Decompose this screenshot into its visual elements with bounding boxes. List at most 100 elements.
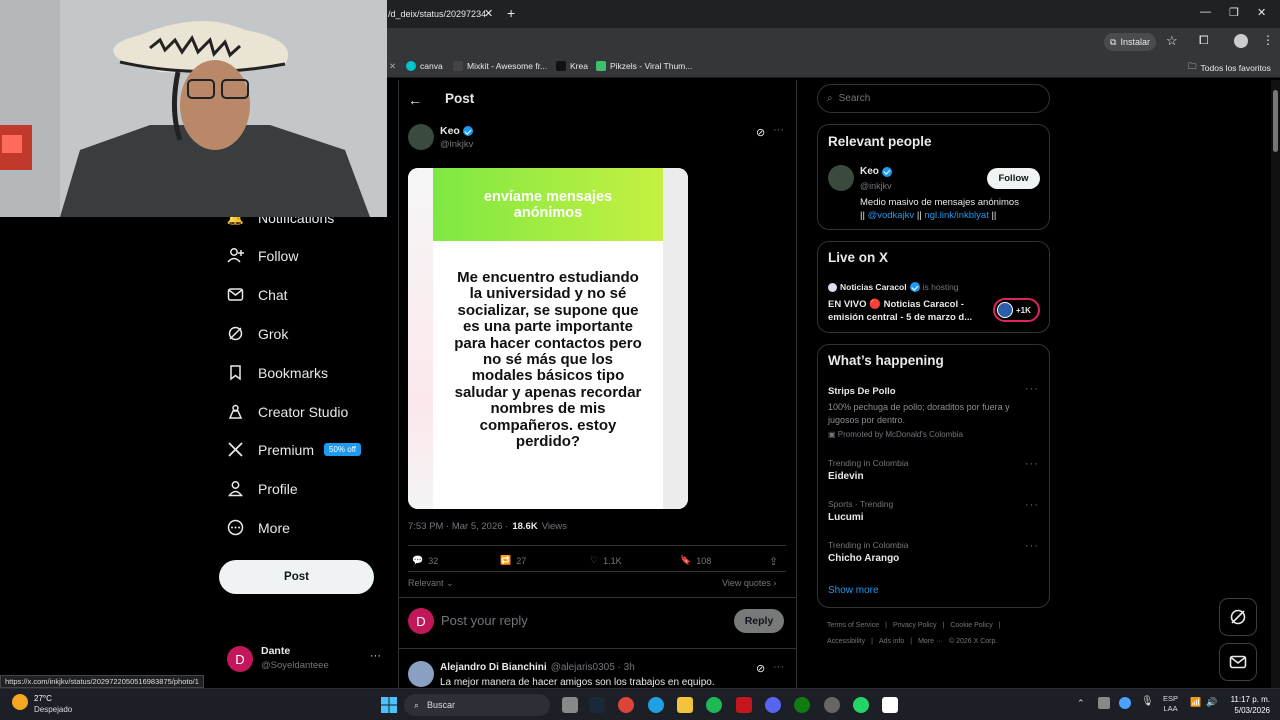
author-name-row[interactable]: Keo: [440, 125, 473, 137]
bookmark-krea[interactable]: Krea: [556, 61, 588, 71]
account-more-icon[interactable]: ···: [370, 650, 381, 662]
windows-start-icon[interactable]: [381, 697, 397, 713]
red-app-icon[interactable]: [736, 697, 752, 713]
messages-float-button[interactable]: [1219, 643, 1257, 681]
footer-ads-info[interactable]: Ads info: [879, 638, 904, 645]
live-host-row[interactable]: Noticias Caracol is hosting: [828, 282, 959, 292]
language-indicator[interactable]: ESP LAA: [1163, 694, 1178, 714]
footer-privacy[interactable]: Privacy Policy: [893, 622, 937, 629]
sidebar-item-more[interactable]: More: [227, 519, 290, 536]
spotify-icon[interactable]: [706, 697, 722, 713]
back-arrow-icon[interactable]: ←: [408, 92, 422, 108]
bio-link-ngl[interactable]: ngl.link/inkblyat: [924, 210, 988, 221]
like-action[interactable]: ♡ 1.1K: [590, 555, 622, 566]
install-button[interactable]: ⧉ Instalar: [1104, 33, 1156, 51]
promo-more-icon[interactable]: ···: [1025, 383, 1039, 395]
app-icon[interactable]: [824, 697, 840, 713]
sidebar-item-bookmarks[interactable]: Bookmarks: [227, 364, 328, 381]
microphone-icon[interactable]: 🎙: [1141, 696, 1154, 707]
status-url-bar: https://x.com/inkjkv/status/202972205051…: [0, 675, 204, 688]
footer-accessibility[interactable]: Accessibility: [827, 638, 865, 645]
account-switcher[interactable]: D Dante @Soyeldanteee ···: [227, 644, 387, 674]
bookmark-x-icon[interactable]: ✕: [389, 61, 396, 72]
steam-icon[interactable]: [589, 697, 605, 713]
repost-action[interactable]: 🔁 27: [500, 555, 526, 566]
clock[interactable]: 11:17 p. m. 5/03/2026: [1226, 694, 1270, 716]
discord-icon[interactable]: [765, 697, 781, 713]
browser-menu-icon[interactable]: ⋮: [1262, 33, 1274, 47]
reply-action[interactable]: 💬 32: [412, 555, 438, 566]
star-icon[interactable]: ☆: [1166, 33, 1178, 49]
window-close-icon[interactable]: ✕: [1257, 6, 1266, 19]
weather-temp[interactable]: 27°C: [34, 694, 52, 703]
sidebar-item-premium[interactable]: Premium 50% off: [227, 441, 361, 458]
chrome-icon[interactable]: [618, 697, 634, 713]
all-bookmarks[interactable]: 🗀 Todos los favoritos: [1188, 61, 1271, 75]
comment-avatar[interactable]: [408, 661, 434, 687]
share-icon[interactable]: ⇪: [769, 555, 778, 568]
profile-avatar-icon[interactable]: [1234, 34, 1248, 48]
trend-name: Eidevin: [828, 471, 864, 482]
person-avatar[interactable]: [828, 165, 854, 191]
view-quotes-link[interactable]: View quotes ›: [722, 578, 776, 588]
windows-taskbar: 27°C Despejado ⌕ Buscar ⌃ 🎙 ESP LAA 📶 🔊 11…: [0, 688, 1280, 720]
person-name-row[interactable]: Keo: [860, 166, 892, 177]
trend-more-icon[interactable]: ···: [1025, 458, 1039, 470]
post-image[interactable]: envíame mensajes anónimos Me encuentro e…: [408, 168, 688, 509]
post-more-icon[interactable]: ···: [773, 124, 784, 136]
edge-icon[interactable]: [648, 697, 664, 713]
show-more-link[interactable]: Show more: [828, 585, 879, 596]
author-avatar[interactable]: [408, 124, 434, 150]
xbox-icon[interactable]: [794, 697, 810, 713]
live-stream-title[interactable]: EN VIVO 🔴 Noticias Caracol - emisión cent…: [828, 298, 972, 324]
x-logo-icon: [227, 441, 244, 458]
sidebar-item-creator-studio[interactable]: Creator Studio: [227, 403, 348, 420]
bookmark-action[interactable]: 🔖 108: [680, 555, 711, 566]
wifi-icon[interactable]: 📶: [1190, 697, 1201, 708]
bookmark-pikzels[interactable]: Pikzels - Viral Thum...: [596, 61, 692, 71]
extensions-icon[interactable]: ⧠: [1199, 33, 1209, 48]
footer-cookie[interactable]: Cookie Policy: [950, 622, 992, 629]
whatsapp-icon[interactable]: [853, 697, 869, 713]
new-tab-icon[interactable]: +: [507, 5, 515, 21]
reply-button[interactable]: Reply: [734, 609, 784, 633]
sort-dropdown[interactable]: Relevant ⌄: [408, 578, 454, 589]
grok-analyze-icon[interactable]: ⊘: [756, 126, 765, 139]
weather-icon[interactable]: [12, 694, 28, 710]
minimize-icon[interactable]: —: [1200, 6, 1211, 18]
comment-author-name[interactable]: Alejandro Di Bianchini: [440, 662, 547, 673]
sidebar-item-follow[interactable]: Follow: [227, 247, 298, 264]
search-input[interactable]: ⌕ Search: [817, 84, 1050, 113]
sidebar-item-grok[interactable]: Grok: [227, 325, 288, 342]
trend-more-icon[interactable]: ···: [1025, 499, 1039, 511]
grok-float-button[interactable]: [1219, 598, 1257, 636]
footer-terms[interactable]: Terms of Service: [827, 622, 879, 629]
file-explorer-icon[interactable]: [677, 697, 693, 713]
volume-icon[interactable]: 🔊: [1206, 697, 1217, 708]
sidebar-item-chat[interactable]: Chat: [227, 286, 288, 303]
scrollbar-thumb[interactable]: [1273, 90, 1278, 152]
page-scrollbar[interactable]: [1271, 80, 1280, 688]
page-title: Post: [445, 91, 475, 106]
post-button[interactable]: Post: [219, 560, 374, 594]
sidebar-item-profile[interactable]: Profile: [227, 480, 298, 497]
onedrive-icon[interactable]: [1119, 697, 1131, 709]
tab-close-icon[interactable]: ✕: [484, 7, 493, 20]
task-view-icon[interactable]: [562, 697, 578, 713]
footer-more[interactable]: More ···: [918, 638, 943, 645]
capcut-icon[interactable]: [882, 697, 898, 713]
tray-chevron-icon[interactable]: ⌃: [1077, 698, 1085, 709]
taskbar-search[interactable]: ⌕ Buscar: [404, 694, 550, 716]
comment-grok-icon[interactable]: ⊘: [756, 662, 765, 675]
bio-link-vodkajkv[interactable]: @vodkajkv: [868, 210, 915, 221]
maximize-icon[interactable]: ❐: [1229, 6, 1239, 19]
bookmark-mixkit[interactable]: Mixkit - Awesome fr...: [453, 61, 547, 71]
live-listener-count[interactable]: +1K: [993, 298, 1040, 322]
comment-more-icon[interactable]: ···: [773, 661, 784, 673]
follow-button[interactable]: Follow: [987, 168, 1040, 189]
active-tab-title[interactable]: /d_deix/status/20297234: [388, 9, 486, 19]
tray-app-icon[interactable]: [1098, 697, 1110, 709]
bookmark-canva[interactable]: canva: [406, 61, 443, 71]
reply-input[interactable]: Post your reply: [441, 613, 528, 628]
trend-more-icon[interactable]: ···: [1025, 540, 1039, 552]
